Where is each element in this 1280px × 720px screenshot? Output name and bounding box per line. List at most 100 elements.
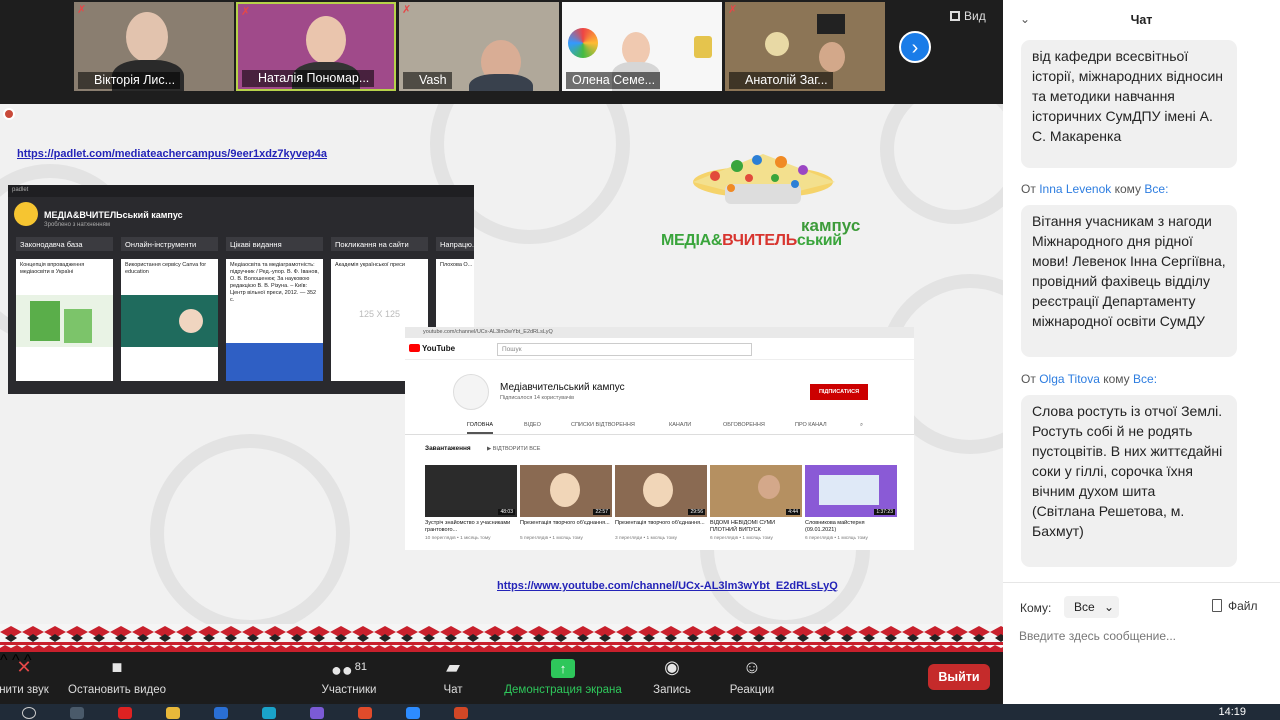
- graduation-cap-icon: [693, 154, 835, 204]
- zoom-icon[interactable]: [406, 707, 420, 719]
- channel-avatar: [453, 374, 489, 410]
- padlet-card: Використання сервісу Canva for education: [121, 259, 218, 381]
- video-thumbnail: 48:03: [425, 465, 517, 517]
- padlet-card: Медіаосвіта та медіаграмотність: підручн…: [226, 259, 323, 381]
- youtube-search-input: Пошук: [497, 343, 752, 356]
- embroidery-border: [0, 624, 1003, 652]
- participant-video: [622, 32, 650, 66]
- participant-video: [306, 16, 346, 64]
- participant-video: [819, 42, 845, 72]
- leave-meeting-button[interactable]: Выйти: [928, 664, 990, 690]
- chat-message: Слова ростуть із отчої Землі. Ростуть со…: [1021, 395, 1237, 567]
- padlet-card: Концепція впровадження медіаосвіти в Укр…: [16, 259, 113, 381]
- muted-mic-icon: ✗: [241, 6, 251, 18]
- participants-icon: ●● 81: [331, 660, 367, 680]
- participants-button[interactable]: ●● 81 Участники: [316, 656, 382, 696]
- padlet-column: Законодавча база Концепція впровадження …: [16, 237, 113, 387]
- participant-strip: ✗ Вікторія Лис... ✗ Наталія Пономар... ✗…: [0, 0, 1003, 104]
- chat-title: Чат: [1130, 13, 1153, 27]
- muted-mic-icon: ✗: [728, 4, 738, 16]
- padlet-link[interactable]: https://padlet.com/mediateachercampus/9e…: [17, 148, 327, 160]
- participant-tile[interactable]: ✗ Анатолій Заг...: [725, 2, 885, 91]
- muted-mic-icon: ✗: [402, 4, 412, 16]
- chat-composer: Кому: Все ⌄ Файл: [1003, 582, 1280, 704]
- recipient-select[interactable]: Все ⌄: [1064, 596, 1119, 618]
- participant-name: Наталія Пономар...: [242, 70, 375, 87]
- chat-header: ⌄ Чат: [1003, 0, 1280, 40]
- powerpoint-icon[interactable]: [454, 707, 468, 719]
- store-icon[interactable]: [214, 707, 228, 719]
- share-screen-icon: ↑: [551, 659, 575, 678]
- app-icon[interactable]: [358, 707, 372, 719]
- participant-name: Vash: [403, 72, 452, 89]
- mediateacher-campus-logo: кампус МЕДІА&ВЧИТЕЛЬський: [655, 144, 870, 254]
- next-participants-button[interactable]: ›: [899, 31, 931, 63]
- zoom-meeting-window: ✗ Вікторія Лис... ✗ Наталія Пономар... ✗…: [0, 0, 1280, 720]
- chat-panel: ⌄ Чат від кафедри всесвітньої історії, м…: [1003, 0, 1280, 704]
- emblem-icon: [694, 36, 712, 58]
- chat-message-input[interactable]: [1019, 627, 1264, 645]
- search-icon: ⌕: [860, 422, 864, 428]
- folder-icon[interactable]: [166, 707, 180, 719]
- recipient-label: Кому:: [1020, 601, 1052, 615]
- reactions-button[interactable]: ☺ Реакции: [726, 656, 778, 696]
- logo-icon: [568, 28, 598, 58]
- opera-icon[interactable]: [118, 707, 132, 719]
- video-camera-icon: ■: [111, 657, 123, 677]
- participant-name: Анатолій Заг...: [729, 72, 833, 89]
- send-file-button[interactable]: Файл: [1212, 599, 1258, 613]
- task-view-icon[interactable]: [70, 707, 84, 719]
- unmute-button[interactable]: ✕ нити звук: [0, 656, 52, 696]
- participant-tile[interactable]: ✗ Vash: [399, 2, 559, 91]
- chat-message: від кафедри всесвітньої історії, міжнаро…: [1021, 40, 1237, 168]
- participant-video: [126, 12, 168, 62]
- meeting-toolbar: ✕ нити звук ^ ■ Остановить видео ^ ●● 81 …: [0, 652, 1003, 704]
- subscribe-button: ПІДПИСАТИСЯ: [810, 384, 868, 400]
- chat-button[interactable]: ▰ Чат: [433, 656, 473, 696]
- padlet-title: МЕДІА&ВЧИТЕЛЬський кампус: [44, 210, 183, 220]
- channel-tabs: ГОЛОВНА ВІДЕО СПИСКИ ВІДТВОРЕННЯ КАНАЛИ …: [405, 415, 914, 435]
- video-thumbnail: 22:57: [520, 465, 612, 517]
- search-icon[interactable]: [22, 707, 36, 719]
- play-icon: [409, 344, 420, 352]
- chat-message: Вітання учасникам з нагоди Міжнародного …: [1021, 205, 1237, 357]
- grid-icon: [950, 11, 960, 21]
- padlet-column: Цікаві видання Медіаосвіта та медіаграмо…: [226, 237, 323, 387]
- youtube-link[interactable]: https://www.youtube.com/channel/UCx-AL3l…: [497, 580, 838, 592]
- share-screen-button[interactable]: ↑ Демонстрация экрана: [497, 656, 629, 696]
- clock: 14:19: [1218, 706, 1246, 718]
- muted-mic-icon: ✗: [77, 4, 87, 16]
- chat-message-sender: От Olga Titova кому Все:: [1021, 372, 1158, 386]
- windows-taskbar: 14:19: [0, 704, 1280, 720]
- participant-tile-active-speaker[interactable]: ✗ Наталія Пономар...: [236, 2, 396, 91]
- stop-video-button[interactable]: ■ Остановить видео: [64, 656, 170, 696]
- participant-name: Вікторія Лис...: [78, 72, 181, 89]
- video-thumbnail: 1:37:23: [805, 465, 897, 517]
- padlet-subtitle: Зроблено з натхненням: [44, 222, 110, 228]
- chat-bubble-icon: ▰: [446, 657, 460, 677]
- record-icon: ◉: [664, 657, 680, 677]
- video-item: 4:44 ВІДОМІ НЕВІДОМІ СУМИ ПЛОТНИЙ ВИПУСК…: [710, 465, 802, 541]
- chat-message-sender: От Inna Levenok кому Все:: [1021, 182, 1169, 196]
- viber-icon[interactable]: [310, 707, 324, 719]
- record-button[interactable]: ◉ Запись: [648, 656, 696, 696]
- muted-mic-icon: ✕: [16, 657, 32, 677]
- smiley-icon: [14, 202, 38, 226]
- video-thumbnail: 4:44: [710, 465, 802, 517]
- padlet-column: Онлайн-інструменти Використання сервісу …: [121, 237, 218, 387]
- youtube-logo: YouTube: [409, 344, 455, 353]
- video-item: 29:56 Презентація творчого об'єднання...…: [615, 465, 707, 541]
- screen-share-indicator-icon: [3, 108, 15, 120]
- youtube-channel-screenshot: youtube.com/channel/UCx-AL3lm3wYbt_E2dRL…: [405, 327, 914, 550]
- participant-tile[interactable]: ✗ Вікторія Лис...: [74, 2, 234, 91]
- video-item: 1:37:23 Словникова майстерня (09.01.2021…: [805, 465, 897, 541]
- edge-icon[interactable]: [262, 707, 276, 719]
- view-button[interactable]: Вид: [950, 9, 986, 23]
- shared-screen: https://padlet.com/mediateachercampus/9e…: [0, 104, 1003, 652]
- participant-tile[interactable]: Олена Семе...: [562, 2, 722, 91]
- chevron-right-icon: ›: [911, 37, 919, 59]
- logo-media-text: МЕДІА&ВЧИТЕЛЬський: [661, 232, 842, 249]
- participant-name: Олена Семе...: [566, 72, 661, 89]
- channel-subscribers: Підписалося 14 користувачів: [500, 395, 575, 401]
- file-icon: [1212, 599, 1222, 612]
